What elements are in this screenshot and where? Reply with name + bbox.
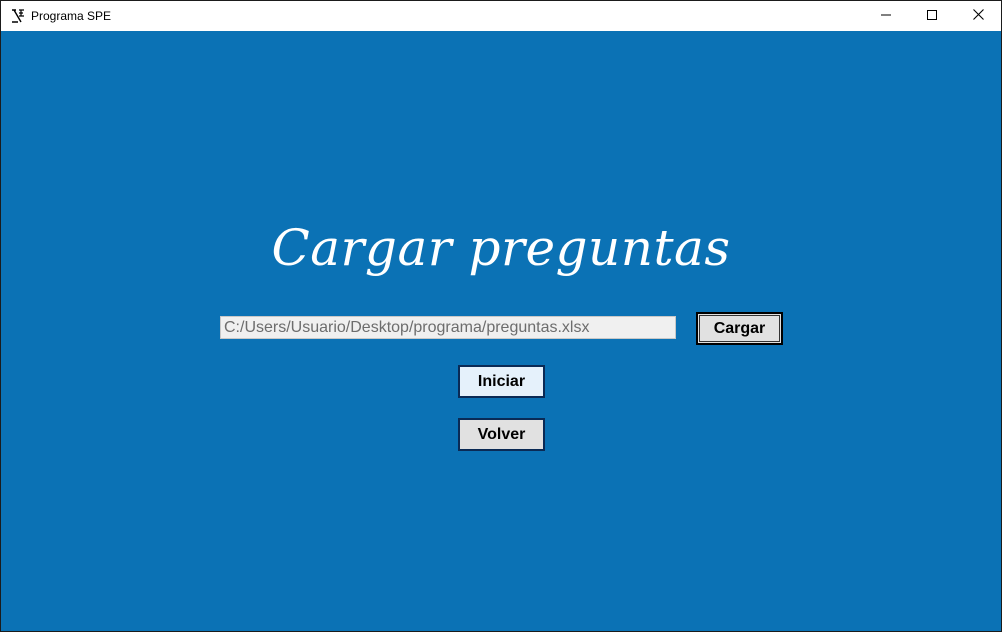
app-logo-icon bbox=[9, 7, 27, 25]
app-window: Programa SPE Cargar preguntas Cargar bbox=[0, 0, 1002, 632]
maximize-icon bbox=[927, 7, 937, 25]
window-controls bbox=[863, 1, 1001, 31]
close-icon bbox=[972, 7, 984, 25]
title-bar[interactable]: Programa SPE bbox=[1, 1, 1001, 31]
load-button[interactable]: Cargar bbox=[696, 312, 783, 345]
maximize-button[interactable] bbox=[909, 1, 955, 31]
minimize-button[interactable] bbox=[863, 1, 909, 31]
minimize-icon bbox=[881, 7, 891, 25]
page-title: Cargar preguntas bbox=[271, 219, 731, 277]
file-path-field[interactable] bbox=[220, 316, 676, 339]
start-button[interactable]: Iniciar bbox=[458, 365, 545, 398]
close-button[interactable] bbox=[955, 1, 1001, 31]
main-content: Cargar preguntas Cargar Iniciar Volver bbox=[1, 31, 1001, 631]
back-button[interactable]: Volver bbox=[458, 418, 545, 451]
window-title: Programa SPE bbox=[31, 9, 112, 23]
